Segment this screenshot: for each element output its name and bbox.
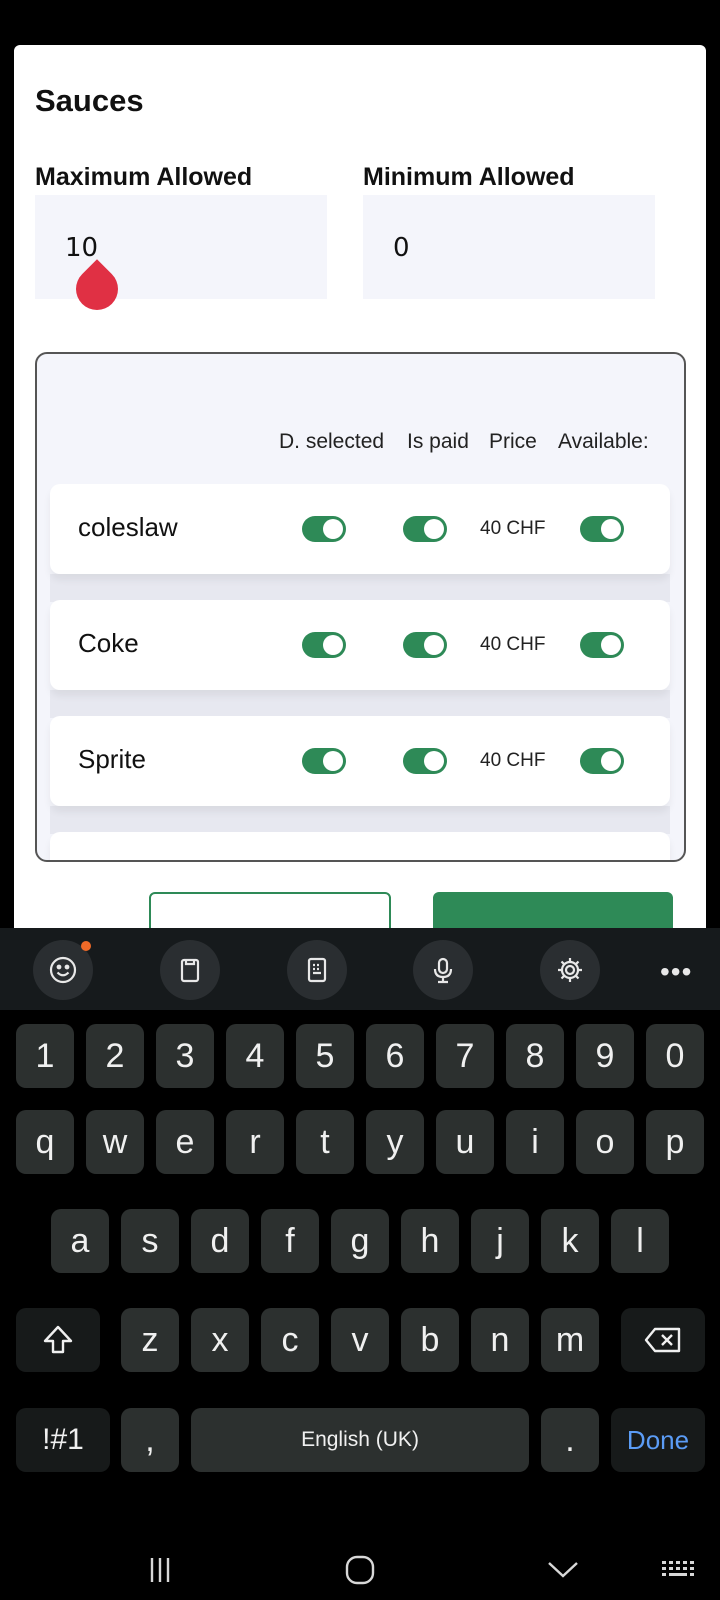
row-separator — [50, 690, 670, 718]
available-toggle[interactable] — [580, 632, 624, 658]
key-i[interactable]: i — [506, 1110, 564, 1174]
key-c[interactable]: c — [261, 1308, 319, 1372]
key-x[interactable]: x — [191, 1308, 249, 1372]
maximum-allowed-label: Maximum Allowed — [35, 163, 253, 191]
key-7[interactable]: 7 — [436, 1024, 494, 1088]
notification-dot — [81, 941, 91, 951]
key-f[interactable]: f — [261, 1209, 319, 1273]
key-6[interactable]: 6 — [366, 1024, 424, 1088]
key-r[interactable]: r — [226, 1110, 284, 1174]
keyboard: ••• 1 2 3 4 5 6 7 8 9 0 q w e r t y u i … — [0, 928, 720, 1600]
default-selected-toggle[interactable] — [302, 516, 346, 542]
key-9[interactable]: 9 — [576, 1024, 634, 1088]
minimum-allowed-input[interactable]: 0 — [363, 195, 655, 299]
key-a[interactable]: a — [51, 1209, 109, 1273]
key-v[interactable]: v — [331, 1308, 389, 1372]
shift-key[interactable] — [16, 1308, 100, 1372]
screen: Sauces Maximum Allowed 10 Minimum Allowe… — [0, 0, 720, 1600]
option-row-partial — [50, 832, 670, 860]
period-key[interactable]: . — [541, 1408, 599, 1472]
key-o[interactable]: o — [576, 1110, 634, 1174]
sauces-dialog: Sauces Maximum Allowed 10 Minimum Allowe… — [14, 45, 706, 945]
option-price: 40 CHF — [480, 518, 546, 539]
option-price: 40 CHF — [480, 750, 546, 771]
minimum-allowed-value: 0 — [393, 233, 410, 263]
option-row-coke: Coke 40 CHF — [50, 600, 670, 690]
maximum-allowed-value: 10 — [65, 233, 99, 263]
row-separator — [50, 806, 670, 834]
key-z[interactable]: z — [121, 1308, 179, 1372]
key-0[interactable]: 0 — [646, 1024, 704, 1088]
header-price: Price — [489, 430, 537, 453]
option-name: Coke — [78, 628, 139, 658]
keypad-icon[interactable] — [287, 940, 347, 1000]
hide-keyboard-icon[interactable] — [533, 1540, 593, 1600]
available-toggle[interactable] — [580, 516, 624, 542]
header-available: Available: — [558, 430, 649, 453]
dialog-title: Sauces — [35, 83, 144, 118]
key-5[interactable]: 5 — [296, 1024, 354, 1088]
backspace-icon — [644, 1327, 681, 1353]
default-selected-toggle[interactable] — [302, 748, 346, 774]
key-n[interactable]: n — [471, 1308, 529, 1372]
key-4[interactable]: 4 — [226, 1024, 284, 1088]
home-icon[interactable] — [330, 1540, 390, 1600]
default-selected-toggle[interactable] — [302, 632, 346, 658]
key-p[interactable]: p — [646, 1110, 704, 1174]
more-icon[interactable]: ••• — [660, 956, 692, 988]
done-key[interactable]: Done — [611, 1408, 705, 1472]
key-t[interactable]: t — [296, 1110, 354, 1174]
key-8[interactable]: 8 — [506, 1024, 564, 1088]
key-h[interactable]: h — [401, 1209, 459, 1273]
option-row-coleslaw: coleslaw 40 CHF — [50, 484, 670, 574]
available-toggle[interactable] — [580, 748, 624, 774]
clipboard-icon[interactable] — [160, 940, 220, 1000]
is-paid-toggle[interactable] — [403, 516, 447, 542]
option-row-sprite: Sprite 40 CHF — [50, 716, 670, 806]
key-1[interactable]: 1 — [16, 1024, 74, 1088]
keyboard-toolbar: ••• — [0, 928, 720, 1010]
option-name: Sprite — [78, 744, 146, 774]
header-default-selected: D. selected — [279, 430, 385, 453]
recent-apps-icon[interactable] — [130, 1540, 190, 1600]
gear-icon[interactable] — [540, 940, 600, 1000]
key-d[interactable]: d — [191, 1209, 249, 1273]
key-m[interactable]: m — [541, 1308, 599, 1372]
key-j[interactable]: j — [471, 1209, 529, 1273]
keyboard-switch-icon[interactable] — [654, 1540, 704, 1600]
key-s[interactable]: s — [121, 1209, 179, 1273]
key-y[interactable]: y — [366, 1110, 424, 1174]
navigation-bar — [0, 1540, 720, 1600]
key-g[interactable]: g — [331, 1209, 389, 1273]
shift-icon — [43, 1325, 73, 1354]
key-e[interactable]: e — [156, 1110, 214, 1174]
key-2[interactable]: 2 — [86, 1024, 144, 1088]
row-separator — [50, 574, 670, 602]
key-l[interactable]: l — [611, 1209, 669, 1273]
key-b[interactable]: b — [401, 1308, 459, 1372]
minimum-allowed-label: Minimum Allowed — [363, 163, 575, 191]
key-w[interactable]: w — [86, 1110, 144, 1174]
option-price: 40 CHF — [480, 634, 546, 655]
options-panel[interactable]: D. selected Is paid Price Available: col… — [35, 352, 686, 862]
key-k[interactable]: k — [541, 1209, 599, 1273]
backspace-key[interactable] — [621, 1308, 705, 1372]
header-is-paid: Is paid — [407, 430, 469, 453]
key-u[interactable]: u — [436, 1110, 494, 1174]
symbols-key[interactable]: !#1 — [16, 1408, 110, 1472]
comma-key[interactable]: , — [121, 1408, 179, 1472]
is-paid-toggle[interactable] — [403, 632, 447, 658]
space-key[interactable]: English (UK) — [191, 1408, 529, 1472]
key-3[interactable]: 3 — [156, 1024, 214, 1088]
is-paid-toggle[interactable] — [403, 748, 447, 774]
option-name: coleslaw — [78, 512, 178, 542]
microphone-icon[interactable] — [413, 940, 473, 1000]
key-q[interactable]: q — [16, 1110, 74, 1174]
